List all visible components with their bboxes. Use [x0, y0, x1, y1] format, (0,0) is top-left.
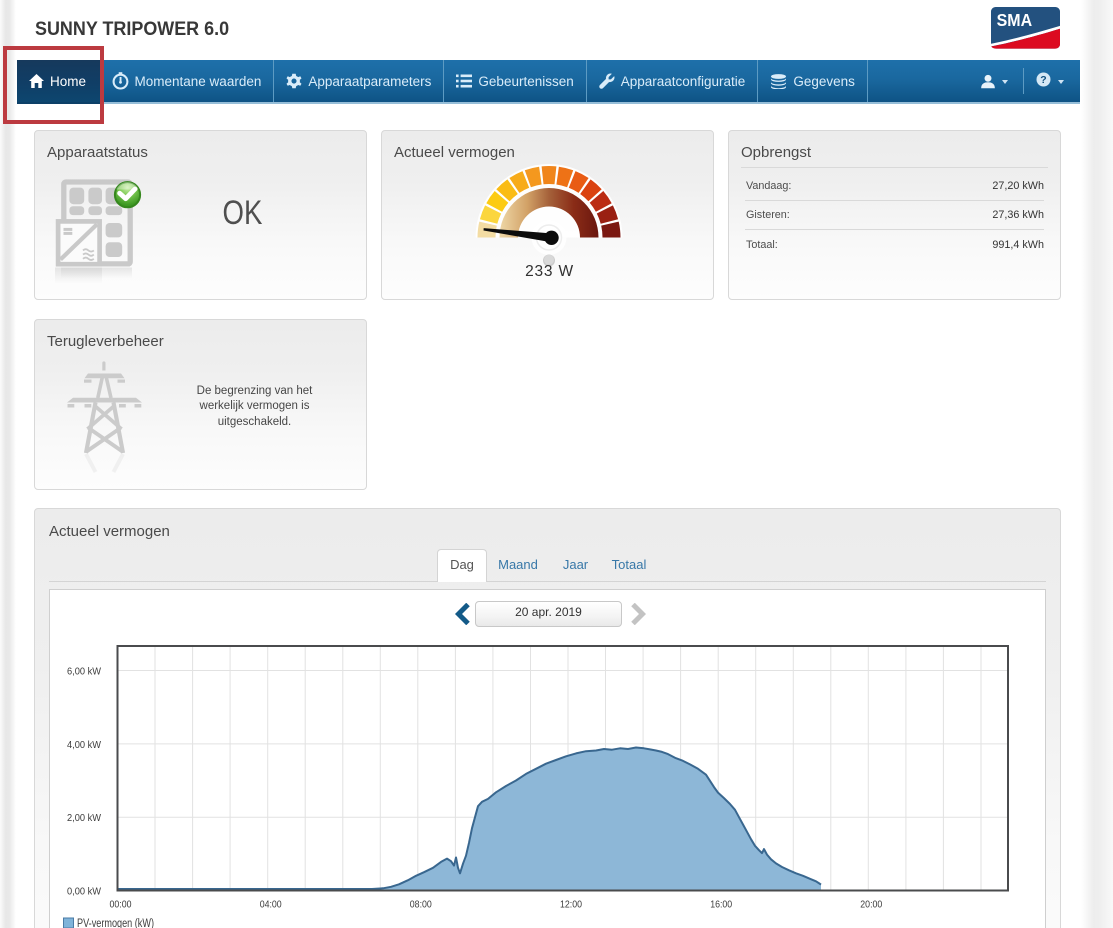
svg-text:04:00: 04:00	[260, 900, 282, 911]
svg-text:PV-vermogen (kW): PV-vermogen (kW)	[77, 918, 154, 928]
svg-text:6,00 kW: 6,00 kW	[67, 667, 102, 678]
svg-text:20:00: 20:00	[860, 900, 882, 911]
svg-text:2,00 kW: 2,00 kW	[67, 813, 102, 824]
svg-text:?: ?	[1040, 74, 1046, 86]
svg-text:00:00: 00:00	[110, 900, 132, 911]
svg-text:SMA: SMA	[997, 10, 1033, 30]
svg-text:4,00 kW: 4,00 kW	[67, 740, 102, 751]
svg-text:08:00: 08:00	[410, 900, 432, 911]
svg-text:0,00 kW: 0,00 kW	[67, 887, 102, 898]
svg-text:16:00: 16:00	[710, 900, 732, 911]
svg-text:12:00: 12:00	[560, 900, 582, 911]
